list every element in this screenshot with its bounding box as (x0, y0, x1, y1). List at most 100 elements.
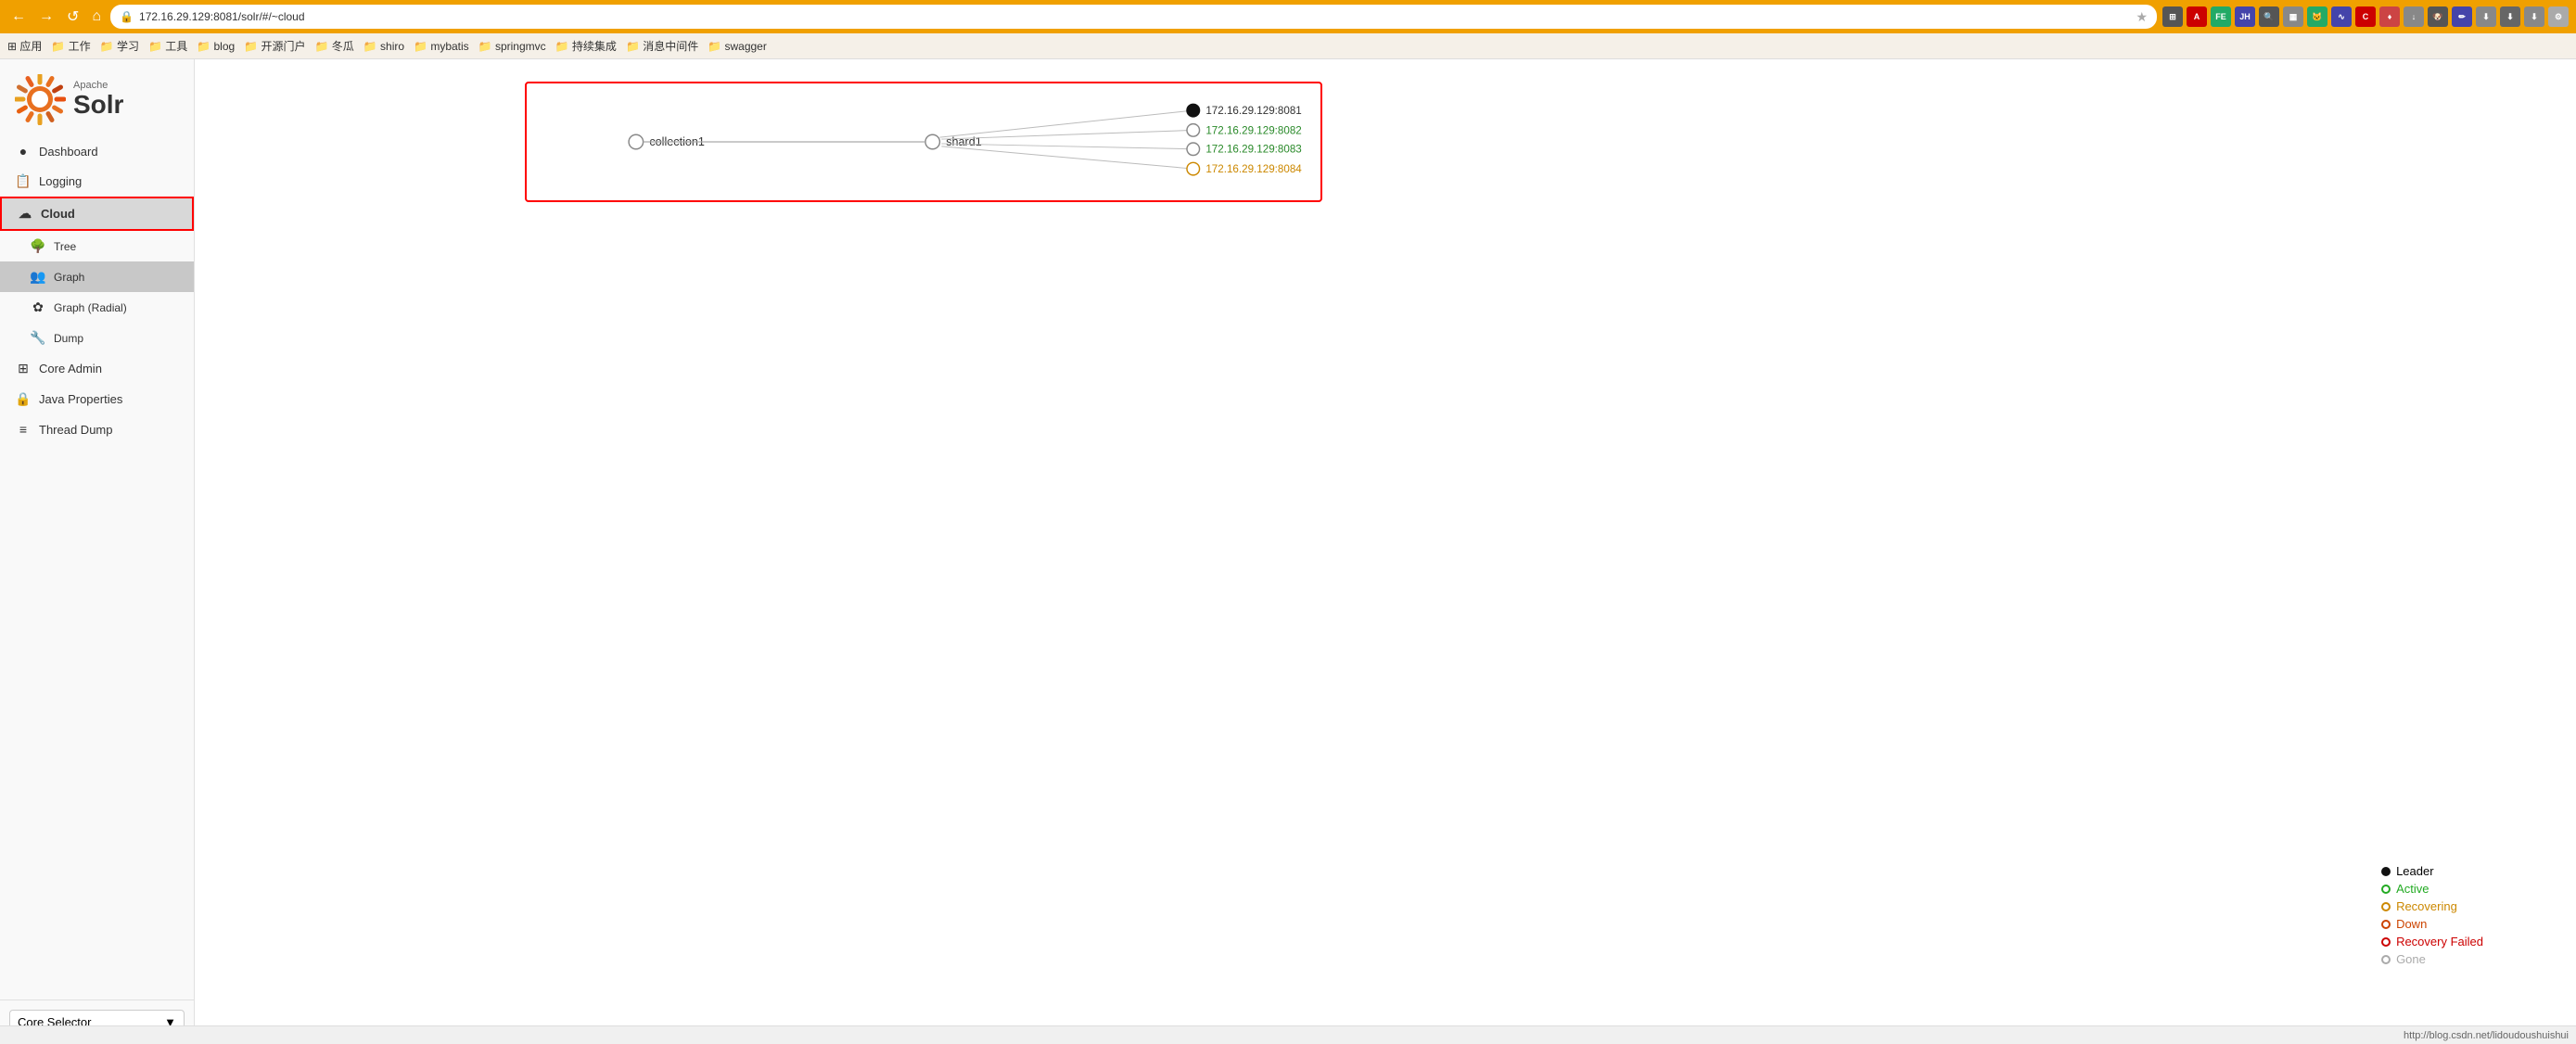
ext-icon-1[interactable]: ⊞ (2162, 6, 2183, 27)
logging-label: Logging (39, 174, 82, 188)
legend: Leader Active Recovering Down Recovery F… (2381, 864, 2483, 970)
ext-icon-14[interactable]: ⬇ (2476, 6, 2496, 27)
reload-button[interactable]: ↺ (63, 6, 83, 28)
legend-down: Down (2381, 917, 2483, 931)
legend-label-down: Down (2396, 917, 2427, 931)
java-properties-icon: 🔒 (15, 391, 32, 407)
sidebar-item-graph-radial[interactable]: ✿ Graph (Radial) (0, 292, 194, 323)
legend-gone: Gone (2381, 952, 2483, 966)
ext-icon-12[interactable]: 🐶 (2428, 6, 2448, 27)
sidebar-item-logging[interactable]: 📋 Logging (0, 166, 194, 197)
home-button[interactable]: ⌂ (88, 6, 105, 27)
bookmark-tools[interactable]: 📁 工具 (148, 38, 187, 54)
dashboard-label: Dashboard (39, 145, 98, 159)
ext-icon-7[interactable]: 🐱 (2307, 6, 2327, 27)
solr-logo-icon (15, 74, 66, 125)
sidebar-nav: ● Dashboard 📋 Logging ☁ Cloud 🌳 Tree 👥 G… (0, 136, 194, 999)
replica-label-1: 172.16.29.129:8081 (1205, 105, 1301, 117)
sidebar-item-dump[interactable]: 🔧 Dump (0, 323, 194, 353)
legend-label-recovery-failed: Recovery Failed (2396, 935, 2483, 949)
sidebar-item-dashboard[interactable]: ● Dashboard (0, 136, 194, 166)
ext-icon-4[interactable]: JH (2235, 6, 2255, 27)
legend-active: Active (2381, 882, 2483, 896)
sidebar-item-graph[interactable]: 👥 Graph (0, 261, 194, 292)
forward-button[interactable]: → (35, 6, 57, 27)
main-layout: Apache Solr ● Dashboard 📋 Logging ☁ Clou… (0, 59, 2576, 1044)
graph-svg: collection1 shard1 172.16.29.129:8081 17… (527, 83, 1320, 200)
legend-dot-recovery-failed (2381, 937, 2391, 947)
solr-logo-text: Apache Solr (73, 80, 123, 120)
back-button[interactable]: ← (7, 6, 30, 27)
ext-icon-11[interactable]: ↓ (2404, 6, 2424, 27)
dump-label: Dump (54, 332, 83, 345)
legend-label-gone: Gone (2396, 952, 2426, 966)
legend-label-leader: Leader (2396, 864, 2433, 878)
bookmark-swagger[interactable]: 📁 swagger (708, 40, 767, 53)
bookmark-blog[interactable]: 📁 blog (197, 40, 235, 53)
ext-icon-3[interactable]: FE (2211, 6, 2231, 27)
collection-node[interactable] (629, 134, 644, 149)
legend-leader: Leader (2381, 864, 2483, 878)
sidebar-item-tree[interactable]: 🌳 Tree (0, 231, 194, 261)
core-admin-label: Core Admin (39, 362, 102, 376)
dump-icon: 🔧 (30, 330, 46, 346)
replica-node-1[interactable] (1187, 104, 1200, 117)
bookmark-cicd[interactable]: 📁 持续集成 (555, 38, 617, 54)
replica-label-4: 172.16.29.129:8084 (1205, 163, 1302, 175)
bookmark-shiro[interactable]: 📁 shiro (363, 40, 404, 53)
replica-label-3: 172.16.29.129:8083 (1205, 144, 1301, 156)
sidebar-logo: Apache Solr (0, 59, 194, 136)
ext-icon-10[interactable]: ♦ (2379, 6, 2400, 27)
ext-icon-13[interactable]: ✏ (2452, 6, 2472, 27)
edge-shard-n4 (941, 146, 1192, 169)
shard-node[interactable] (925, 134, 940, 149)
ext-icon-8[interactable]: ∿ (2331, 6, 2352, 27)
legend-label-active: Active (2396, 882, 2429, 896)
legend-dot-active (2381, 885, 2391, 894)
replica-node-4[interactable] (1187, 162, 1200, 175)
sidebar: Apache Solr ● Dashboard 📋 Logging ☁ Clou… (0, 59, 195, 1044)
cloud-label: Cloud (41, 207, 75, 221)
address-bar[interactable]: 🔒 172.16.29.129:8081/solr/#/~cloud ★ (110, 5, 2157, 29)
legend-dot-leader (2381, 867, 2391, 876)
bookmark-mybatis[interactable]: 📁 mybatis (414, 40, 469, 53)
ext-icon-15[interactable]: ⬇ (2500, 6, 2520, 27)
url-text: 172.16.29.129:8081/solr/#/~cloud (139, 10, 304, 23)
sidebar-item-thread-dump[interactable]: ≡ Thread Dump (0, 414, 194, 444)
bookmark-springmvc[interactable]: 📁 springmvc (478, 40, 546, 53)
thread-dump-icon: ≡ (15, 422, 32, 437)
replica-label-2: 172.16.29.129:8082 (1205, 124, 1301, 136)
replica-node-3[interactable] (1187, 143, 1200, 156)
content-area: collection1 shard1 172.16.29.129:8081 17… (195, 59, 2576, 1044)
bookmark-work[interactable]: 📁 工作 (51, 38, 90, 54)
core-admin-icon: ⊞ (15, 361, 32, 376)
bookmark-opensource[interactable]: 📁 开源门户 (244, 38, 305, 54)
ext-icon-9[interactable]: C (2355, 6, 2376, 27)
legend-recovery-failed: Recovery Failed (2381, 935, 2483, 949)
status-bar: http://blog.csdn.net/lidoudoushuishui (0, 1025, 2576, 1044)
tree-label: Tree (54, 240, 76, 253)
sidebar-item-java-properties[interactable]: 🔒 Java Properties (0, 384, 194, 414)
sidebar-item-cloud[interactable]: ☁ Cloud (0, 197, 194, 231)
graph-icon: 👥 (30, 269, 46, 285)
bookmarks-bar: ⊞ 应用 📁 工作 📁 学习 📁 工具 📁 blog 📁 开源门户 📁 冬瓜 📁… (0, 33, 2576, 59)
thread-dump-label: Thread Dump (39, 423, 112, 437)
browser-icons: ⊞ A FE JH 🔍 ▦ 🐱 ∿ C ♦ ↓ 🐶 ✏ ⬇ ⬇ ⬇ ⚙ (2162, 6, 2569, 27)
bookmark-study[interactable]: 📁 学习 (100, 38, 139, 54)
ext-icon-2[interactable]: A (2187, 6, 2207, 27)
legend-label-recovering: Recovering (2396, 899, 2457, 913)
replica-node-2[interactable] (1187, 124, 1200, 137)
ext-icon-5[interactable]: 🔍 (2259, 6, 2279, 27)
graph-radial-icon: ✿ (30, 299, 46, 315)
sidebar-item-core-admin[interactable]: ⊞ Core Admin (0, 353, 194, 384)
tree-icon: 🌳 (30, 238, 46, 254)
bookmark-donggua[interactable]: 📁 冬瓜 (314, 38, 353, 54)
bookmark-mq[interactable]: 📁 消息中间件 (626, 38, 698, 54)
logging-icon: 📋 (15, 173, 32, 189)
legend-dot-gone (2381, 955, 2391, 964)
ext-icon-6[interactable]: ▦ (2283, 6, 2303, 27)
ext-icon-17[interactable]: ⚙ (2548, 6, 2569, 27)
graph-container: collection1 shard1 172.16.29.129:8081 17… (525, 82, 1322, 202)
bookmark-apps[interactable]: ⊞ 应用 (7, 38, 42, 54)
ext-icon-16[interactable]: ⬇ (2524, 6, 2544, 27)
